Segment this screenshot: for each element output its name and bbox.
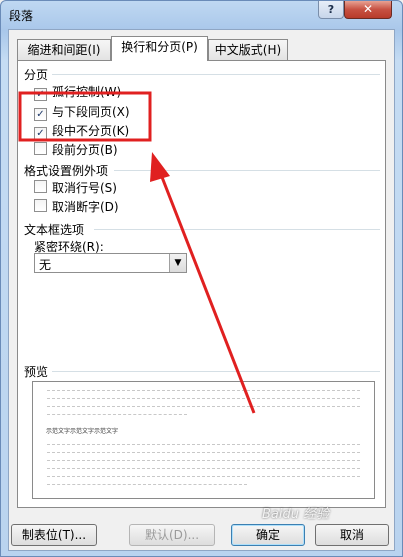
tab-asian-typography[interactable]: 中文版式(H) bbox=[208, 39, 288, 60]
dialog-client: 缩进和间距(I) 换行和分页(P) 中文版式(H) 分页 ✓ 孤行控制(W) ✓ 与… bbox=[8, 29, 395, 551]
divider bbox=[114, 170, 380, 171]
checkbox-label: 取消行号(S) bbox=[52, 181, 117, 195]
preview-line bbox=[47, 468, 360, 470]
dont-hyphenate-checkbox[interactable]: 取消断字(D) bbox=[34, 199, 119, 215]
preview-line bbox=[47, 444, 360, 446]
cancel-button[interactable]: 取消 bbox=[315, 524, 389, 546]
watermark-logo: Baidu 经验 bbox=[262, 507, 330, 522]
paragraph-dialog: 段落 ? ✕ 缩进和间距(I) 换行和分页(P) 中文版式(H) 分页 ✓ 孤行控… bbox=[0, 0, 403, 557]
dialog-title: 段落 bbox=[9, 9, 34, 23]
help-button[interactable]: ? bbox=[318, 1, 344, 19]
checkbox-label: 段前分页(B) bbox=[52, 143, 118, 157]
page-break-before-checkbox[interactable]: 段前分页(B) bbox=[34, 142, 118, 158]
ok-button[interactable]: 确定 bbox=[231, 524, 305, 546]
suppress-line-numbers-checkbox[interactable]: 取消行号(S) bbox=[34, 180, 117, 196]
checkbox-label: 取消断字(D) bbox=[52, 200, 119, 214]
checkbox-box: ✓ bbox=[34, 88, 47, 101]
checkbox-box: ✓ bbox=[34, 127, 47, 140]
checkbox-box bbox=[34, 142, 47, 155]
tight-wrap-select[interactable]: 无 ▼ bbox=[34, 253, 187, 273]
divider bbox=[52, 74, 380, 75]
preview-line bbox=[47, 476, 360, 478]
preview-line bbox=[47, 414, 187, 416]
divider bbox=[52, 371, 380, 372]
tab-label: 换行和分页(P) bbox=[121, 40, 198, 54]
divider bbox=[94, 229, 380, 230]
tab-indent-spacing[interactable]: 缩进和间距(I) bbox=[17, 39, 111, 60]
preview-line bbox=[47, 390, 360, 392]
preview-line bbox=[47, 460, 360, 462]
keep-with-next-checkbox[interactable]: ✓ 与下段同页(X) bbox=[34, 104, 130, 121]
preview-line bbox=[47, 452, 360, 454]
tight-wrap-value: 无 bbox=[39, 258, 52, 272]
preview-line bbox=[47, 484, 247, 486]
chevron-down-icon[interactable]: ▼ bbox=[169, 254, 186, 272]
tab-label: 缩进和间距(I) bbox=[27, 43, 101, 57]
checkbox-label: 与下段同页(X) bbox=[52, 105, 130, 119]
close-button[interactable]: ✕ bbox=[344, 1, 392, 19]
checkbox-label: 段中不分页(K) bbox=[52, 124, 130, 138]
format-exceptions-heading: 格式设置例外项 bbox=[24, 164, 109, 178]
preview-heading: 预览 bbox=[24, 365, 49, 379]
preview-line bbox=[47, 406, 360, 408]
preview-line bbox=[47, 398, 360, 400]
preview-box: 示范文字示范文字示范文字 bbox=[32, 381, 375, 499]
checkbox-box: ✓ bbox=[34, 108, 47, 121]
tab-panel: 分页 ✓ 孤行控制(W) ✓ 与下段同页(X) ✓ 段中不分页(K) 段前分页(B) … bbox=[17, 60, 386, 508]
tabs-button[interactable]: 制表位(T)... bbox=[11, 524, 97, 546]
preview-sample-text: 示范文字示范文字示范文字 bbox=[46, 428, 119, 435]
checkbox-label: 孤行控制(W) bbox=[52, 85, 122, 99]
textbox-options-heading: 文本框选项 bbox=[24, 223, 85, 237]
set-as-default-button[interactable]: 默认(D)... bbox=[129, 524, 215, 546]
tab-label: 中文版式(H) bbox=[214, 43, 282, 57]
keep-lines-together-checkbox[interactable]: ✓ 段中不分页(K) bbox=[34, 123, 130, 140]
checkbox-box bbox=[34, 199, 47, 212]
pagination-heading: 分页 bbox=[24, 68, 49, 82]
widow-control-checkbox[interactable]: ✓ 孤行控制(W) bbox=[34, 84, 122, 101]
tab-line-page-breaks[interactable]: 换行和分页(P) bbox=[111, 36, 208, 61]
checkbox-box bbox=[34, 180, 47, 193]
title-bar[interactable]: 段落 ? ✕ bbox=[1, 1, 402, 29]
